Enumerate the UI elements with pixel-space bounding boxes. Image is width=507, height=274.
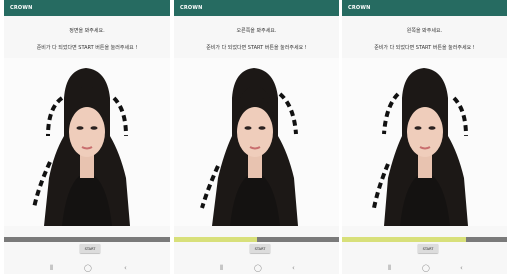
system-navbar: ⦀ ◯ ‹ bbox=[174, 262, 339, 274]
guide-direction-text: 오른쪽을 봐주세요. bbox=[236, 28, 277, 34]
camera-preview bbox=[174, 58, 339, 226]
camera-preview bbox=[342, 58, 507, 226]
subject-photo bbox=[342, 58, 507, 226]
guide-instruction-text: 준비가 다 되었다면 START 버튼을 눌러주세요 ! bbox=[36, 45, 138, 51]
back-icon[interactable]: ‹ bbox=[124, 264, 127, 272]
camera-preview bbox=[4, 58, 170, 226]
home-icon[interactable]: ◯ bbox=[254, 264, 262, 272]
app-title: CROWN bbox=[342, 0, 507, 16]
capture-screen-left: CROWN 왼쪽을 봐주세요. 준비가 다 되었다면 START 버튼을 눌러주… bbox=[342, 0, 507, 274]
start-button[interactable]: START bbox=[80, 244, 100, 253]
progress-bar bbox=[4, 237, 170, 242]
home-icon[interactable]: ◯ bbox=[84, 264, 92, 272]
start-button[interactable]: START bbox=[418, 244, 438, 253]
app-title: CROWN bbox=[174, 0, 339, 16]
progress-fill bbox=[174, 237, 257, 242]
progress-bar bbox=[342, 237, 507, 242]
recent-apps-icon[interactable]: ⦀ bbox=[388, 264, 391, 272]
system-navbar: ⦀ ◯ ‹ bbox=[4, 262, 170, 274]
capture-screen-right: CROWN 오른쪽을 봐주세요. 준비가 다 되었다면 START 버튼을 눌러… bbox=[174, 0, 339, 274]
subject-photo bbox=[4, 58, 170, 226]
guide-direction-text: 정면을 봐주세요. bbox=[69, 28, 105, 34]
recent-apps-icon[interactable]: ⦀ bbox=[220, 264, 223, 272]
guide-instruction-text: 준비가 다 되었다면 START 버튼을 눌러주세요 ! bbox=[374, 45, 475, 51]
back-icon[interactable]: ‹ bbox=[292, 264, 295, 272]
progress-bar bbox=[174, 237, 339, 242]
progress-fill bbox=[342, 237, 466, 242]
capture-screen-front: CROWN 정면을 봐주세요. 준비가 다 되었다면 START 버튼을 눌러주… bbox=[4, 0, 170, 274]
guide-instruction-text: 준비가 다 되었다면 START 버튼을 눌러주세요 ! bbox=[206, 45, 307, 51]
home-icon[interactable]: ◯ bbox=[422, 264, 430, 272]
recent-apps-icon[interactable]: ⦀ bbox=[50, 264, 53, 272]
system-navbar: ⦀ ◯ ‹ bbox=[342, 262, 507, 274]
start-button[interactable]: START bbox=[250, 244, 270, 253]
subject-photo bbox=[174, 58, 339, 226]
guide-direction-text: 왼쪽을 봐주세요. bbox=[406, 28, 443, 34]
back-icon[interactable]: ‹ bbox=[460, 264, 463, 272]
app-title: CROWN bbox=[4, 0, 170, 16]
